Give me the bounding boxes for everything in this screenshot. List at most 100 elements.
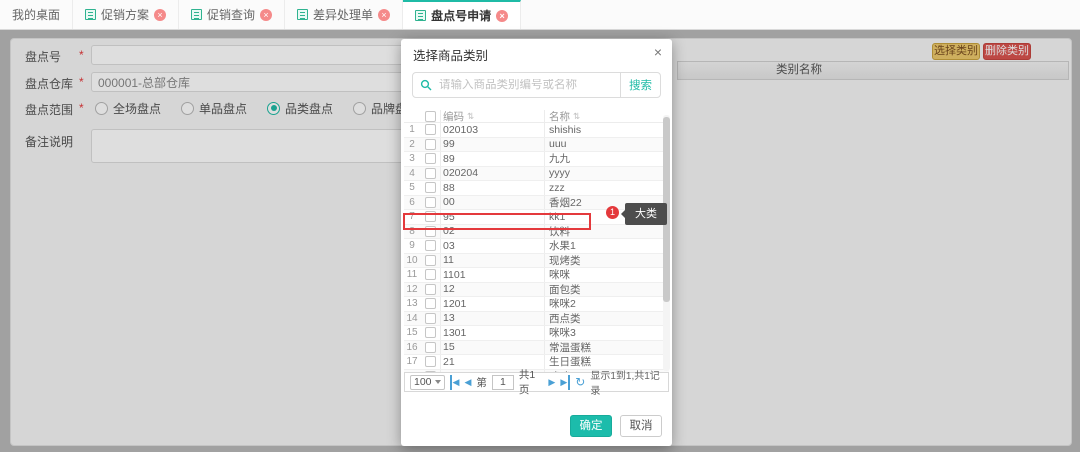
- select-all-checkbox[interactable]: [425, 111, 436, 122]
- category-name-cell: 咪咪2: [544, 297, 669, 311]
- tab-item[interactable]: 盘点号申请×: [403, 0, 521, 29]
- pagination-info: 显示1到1,共1记录: [590, 367, 663, 397]
- tab-bar: 我的桌面促销方案×促销查询×差异处理单×盘点号申请×: [0, 0, 1080, 30]
- next-page-icon[interactable]: ▶: [548, 375, 555, 390]
- sort-icon[interactable]: ⇅: [573, 111, 580, 122]
- category-code-cell: 1301: [440, 326, 544, 340]
- table-row[interactable]: 2 99uuu: [404, 138, 669, 153]
- row-number: 1: [404, 124, 420, 135]
- table-row[interactable]: 903水果1: [404, 239, 669, 254]
- select-category-modal: 选择商品类别 × 搜索 编码⇅ 名称⇅ 1020103shishis299uuu…: [401, 39, 672, 446]
- row-checkbox[interactable]: [425, 240, 436, 251]
- app-window: 我的桌面促销方案×促销查询×差异处理单×盘点号申请× 盘点号 * 盘点仓库 * …: [0, 0, 1080, 452]
- close-icon[interactable]: ×: [654, 44, 662, 60]
- search-icon: [413, 79, 439, 91]
- category-name-cell: 面包类: [544, 283, 669, 297]
- category-code-cell: 99: [440, 138, 544, 152]
- tab-label: 我的桌面: [12, 6, 60, 23]
- row-checkbox[interactable]: [425, 284, 436, 295]
- category-name-cell: uuu: [544, 138, 669, 152]
- chevron-down-icon: [435, 380, 441, 384]
- row-number: 16: [404, 342, 420, 353]
- row-checkbox[interactable]: [425, 269, 436, 280]
- table-row[interactable]: 1413西点类: [404, 312, 669, 327]
- row-number: 11: [404, 269, 420, 280]
- row-number: 10: [404, 255, 420, 266]
- row-checkbox[interactable]: [425, 342, 436, 353]
- row-checkbox[interactable]: [425, 197, 436, 208]
- category-name-cell: shishis: [544, 123, 669, 137]
- category-code-cell: 12: [440, 283, 544, 297]
- row-checkbox[interactable]: [425, 182, 436, 193]
- row-checkbox[interactable]: [425, 313, 436, 324]
- tab-item[interactable]: 促销查询×: [179, 0, 285, 29]
- document-icon: [191, 9, 202, 20]
- name-column-header[interactable]: 名称: [549, 109, 570, 124]
- refresh-icon[interactable]: ↻: [575, 375, 585, 389]
- category-code-cell: 13: [440, 312, 544, 326]
- table-row[interactable]: 588zzz: [404, 181, 669, 196]
- search-input[interactable]: [439, 79, 620, 91]
- category-code-cell: 15: [440, 341, 544, 355]
- row-checkbox[interactable]: [425, 168, 436, 179]
- tab-close-icon[interactable]: ×: [260, 9, 272, 21]
- row-number: 2: [404, 139, 420, 150]
- row-checkbox[interactable]: [425, 139, 436, 150]
- document-icon: [85, 9, 96, 20]
- row-checkbox[interactable]: [425, 327, 436, 338]
- category-name-cell: 常温蛋糕: [544, 341, 669, 355]
- modal-footer: 确定 取消: [570, 415, 662, 437]
- last-page-icon[interactable]: ▶: [560, 375, 570, 390]
- tab-item[interactable]: 差异处理单×: [285, 0, 403, 29]
- row-number: 13: [404, 298, 420, 309]
- tab-label: 促销方案: [101, 6, 149, 23]
- table-row[interactable]: 1212面包类: [404, 283, 669, 298]
- annotation-tooltip: 大类: [625, 203, 667, 225]
- row-checkbox[interactable]: [425, 298, 436, 309]
- table-row[interactable]: 4020204yyyy: [404, 167, 669, 182]
- confirm-button[interactable]: 确定: [570, 415, 612, 437]
- category-code-cell: 00: [440, 196, 544, 210]
- tab-item[interactable]: 促销方案 ×: [73, 0, 179, 29]
- category-name-cell: 九九: [544, 152, 669, 166]
- category-code-cell: 020204: [440, 167, 544, 181]
- tab-close-icon[interactable]: ×: [378, 9, 390, 21]
- table-row[interactable]: 389九九: [404, 152, 669, 167]
- row-checkbox[interactable]: [425, 255, 436, 266]
- row-number: 12: [404, 284, 420, 295]
- table-header: 编码⇅ 名称⇅: [404, 110, 669, 123]
- table-row[interactable]: 16 15常温蛋糕: [404, 341, 669, 356]
- page-size-select[interactable]: 100: [410, 375, 445, 390]
- first-page-icon[interactable]: ◀: [450, 375, 460, 390]
- row-number: 17: [404, 356, 420, 367]
- table-row[interactable]: 131201咪咪2: [404, 297, 669, 312]
- tab-close-icon[interactable]: ×: [154, 9, 166, 21]
- row-checkbox[interactable]: [425, 356, 436, 367]
- category-code-cell: 89: [440, 152, 544, 166]
- table-row[interactable]: 111101咪咪: [404, 268, 669, 283]
- category-table-body: 1020103shishis2 99uuu389九九4020204yyyy588z…: [404, 123, 669, 373]
- modal-title: 选择商品类别: [401, 39, 672, 64]
- prev-page-icon[interactable]: ◀: [464, 375, 471, 390]
- category-name-cell: zzz: [544, 181, 669, 195]
- row-checkbox[interactable]: [425, 124, 436, 135]
- row-number: 15: [404, 327, 420, 338]
- tab-item[interactable]: 我的桌面: [0, 0, 73, 29]
- scrollbar-track[interactable]: [663, 115, 670, 371]
- tab-close-icon[interactable]: ×: [496, 10, 508, 22]
- page-number-input[interactable]: [492, 375, 514, 390]
- category-name-cell: 西点类: [544, 312, 669, 326]
- code-column-header[interactable]: 编码: [443, 109, 464, 124]
- category-code-cell: 03: [440, 239, 544, 253]
- search-bar: 搜索: [412, 72, 661, 98]
- row-number: 5: [404, 182, 420, 193]
- table-row[interactable]: 151301咪咪3: [404, 326, 669, 341]
- table-row[interactable]: 1020103shishis: [404, 123, 669, 138]
- table-row[interactable]: 1011现烤类: [404, 254, 669, 269]
- row-checkbox[interactable]: [425, 153, 436, 164]
- cancel-button[interactable]: 取消: [620, 415, 662, 437]
- search-button[interactable]: 搜索: [620, 73, 660, 97]
- document-icon: [415, 10, 426, 21]
- sort-icon[interactable]: ⇅: [467, 111, 474, 122]
- row-number: 9: [404, 240, 420, 251]
